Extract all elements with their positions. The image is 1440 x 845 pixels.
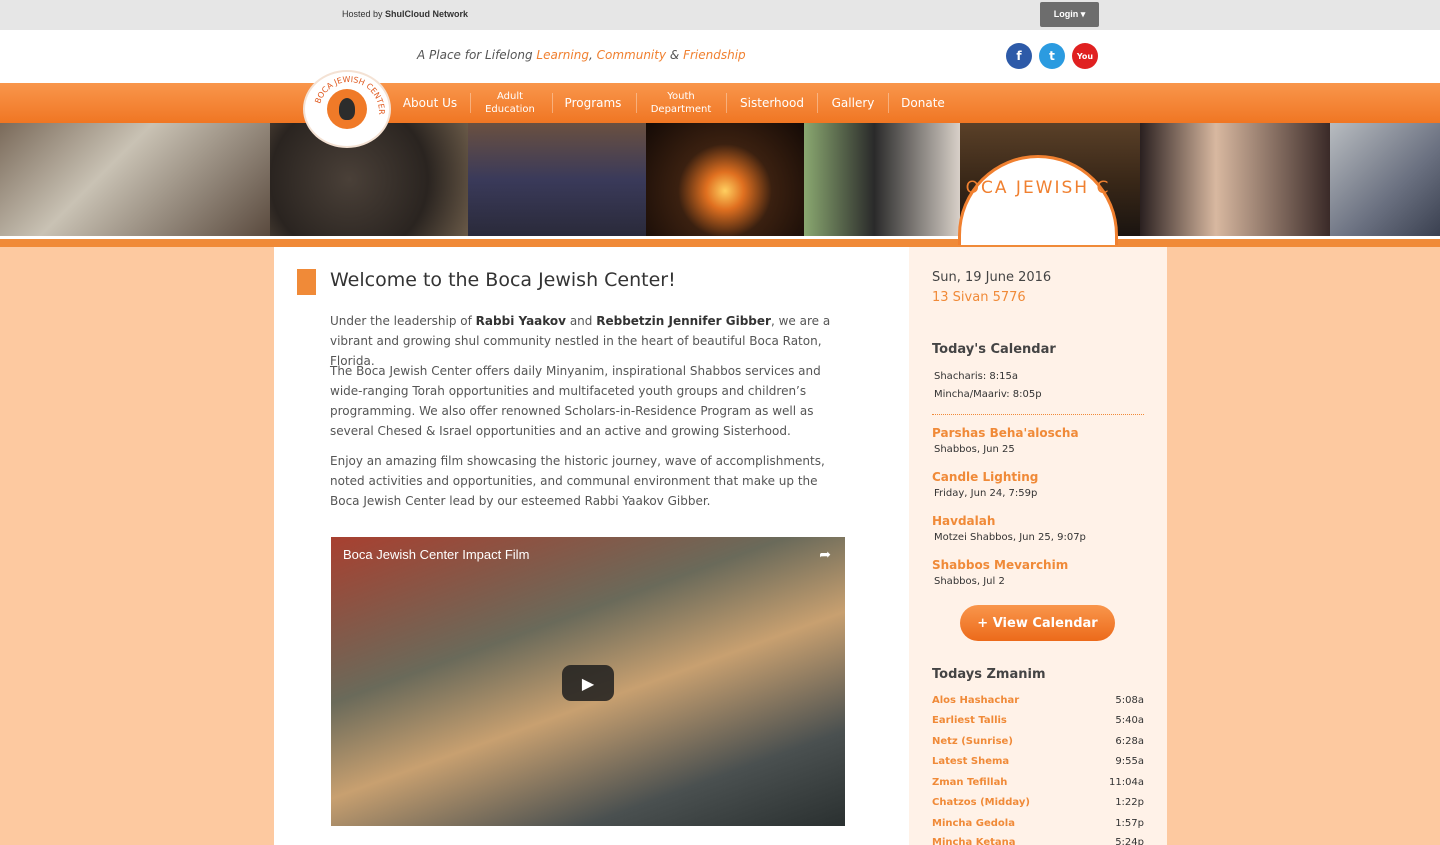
facebook-icon[interactable]: f <box>1006 43 1032 69</box>
nav-divider <box>888 93 889 113</box>
intro-text: and <box>569 314 593 328</box>
tagline-prefix: A Place for Lifelong <box>417 48 533 62</box>
nav-sisterhood[interactable]: Sisterhood <box>736 83 808 123</box>
zman-time: 6:28a <box>1115 736 1144 747</box>
banner-stripe <box>0 236 1440 247</box>
shacharis-time: Shacharis: 8:15a <box>934 371 1019 382</box>
logo-ring-text: BOCA JEWISH CENTER <box>313 75 386 115</box>
banner-photo-friends <box>1330 123 1440 236</box>
main-nav: About Us Adult Education Programs Youth … <box>0 83 1440 123</box>
banner-photo-classroom <box>0 123 270 236</box>
zman-time: 9:55a <box>1115 756 1144 767</box>
nav-adult-education[interactable]: Adult Education <box>478 83 542 123</box>
zman-name[interactable]: Latest Shema <box>932 756 1009 767</box>
sidebar: Sun, 19 June 2016 13 Sivan 5776 Today's … <box>909 247 1167 845</box>
tagline-learning: Learning <box>536 48 589 62</box>
film-paragraph: Enjoy an amazing film showcasing the his… <box>330 454 825 508</box>
banner-photo-group <box>1140 123 1330 236</box>
svg-text:BOCA JEWISH CENTER: BOCA JEWISH CENTER <box>313 75 386 115</box>
youtube-icon[interactable]: You <box>1072 43 1098 69</box>
hosted-prefix: Hosted by <box>342 9 383 19</box>
page-title: Welcome to the Boca Jewish Center! <box>330 269 676 291</box>
zman-name[interactable]: Mincha Ketana <box>932 837 1016 845</box>
zmanim-heading: Todays Zmanim <box>932 667 1046 682</box>
event-detail: Motzei Shabbos, Jun 25, 9:07p <box>934 532 1086 543</box>
nav-divider <box>636 93 637 113</box>
offerings-paragraph: The Boca Jewish Center offers daily Miny… <box>330 364 821 438</box>
zman-time: 5:40a <box>1115 715 1144 726</box>
nav-donate[interactable]: Donate <box>896 83 950 123</box>
login-button[interactable]: Login ▾ <box>1040 2 1099 27</box>
event-detail: Shabbos, Jun 25 <box>934 444 1015 455</box>
zman-name[interactable]: Netz (Sunrise) <box>932 736 1013 747</box>
banner-photo-children <box>468 123 646 236</box>
view-calendar-button[interactable]: + View Calendar <box>960 605 1115 641</box>
zmanim-row: Latest Shema 9:55a <box>932 756 1144 776</box>
zman-name[interactable]: Chatzos (Midday) <box>932 797 1030 808</box>
event-title[interactable]: Candle Lighting <box>932 470 1038 484</box>
zmanim-row: Mincha Ketana 5:24p <box>932 837 1144 845</box>
zmanim-row: Alos Hashachar 5:08a <box>932 695 1144 715</box>
top-bar: Hosted by ShulCloud Network Login ▾ <box>0 0 1440 30</box>
event-detail: Shabbos, Jul 2 <box>934 576 1005 587</box>
banner-photo-rabbis <box>804 123 960 236</box>
zmanim-row: Zman Tefillah 11:04a <box>932 777 1144 797</box>
zmanim-row: Netz (Sunrise) 6:28a <box>932 736 1144 756</box>
video-player[interactable]: Boca Jewish Center Impact Film ➦ ▶ <box>331 537 845 826</box>
hebrew-date: 13 Sivan 5776 <box>932 290 1026 305</box>
zmanim-row: Mincha Gedola 1:57p <box>932 818 1144 838</box>
zmanim-row: Chatzos (Midday) 1:22p <box>932 797 1144 817</box>
event-title[interactable]: Shabbos Mevarchim <box>932 558 1068 572</box>
hosted-network-link[interactable]: ShulCloud Network <box>385 9 468 19</box>
site-header: A Place for Lifelong Learning, Community… <box>0 30 1440 83</box>
zman-time: 5:24p <box>1115 837 1144 845</box>
hosted-by-text: Hosted by ShulCloud Network <box>342 9 468 19</box>
zman-time: 5:08a <box>1115 695 1144 706</box>
share-icon[interactable]: ➦ <box>819 547 831 563</box>
nav-youth-department[interactable]: Youth Department <box>644 83 718 123</box>
nav-divider <box>552 93 553 113</box>
tagline: A Place for Lifelong Learning, Community… <box>417 48 746 62</box>
banner-photo-bonfire <box>646 123 804 236</box>
mincha-time: Mincha/Maariv: 8:05p <box>934 389 1042 400</box>
intro-text: Under the leadership of <box>330 314 472 328</box>
nav-programs[interactable]: Programs <box>560 83 626 123</box>
tagline-comma: , <box>588 48 593 62</box>
event-detail: Friday, Jun 24, 7:59p <box>934 488 1038 499</box>
video-title[interactable]: Boca Jewish Center Impact Film <box>343 547 529 562</box>
calendar-divider <box>932 414 1144 415</box>
twitter-icon[interactable]: t <box>1039 43 1065 69</box>
zman-name[interactable]: Alos Hashachar <box>932 695 1019 706</box>
main-content: Welcome to the Boca Jewish Center! Under… <box>274 247 909 845</box>
title-marker <box>297 269 316 295</box>
nav-divider <box>817 93 818 113</box>
photo-banner <box>0 123 1440 236</box>
tagline-community: Community <box>596 48 667 62</box>
zman-time: 11:04a <box>1109 777 1144 788</box>
tagline-friendship: Friendship <box>683 48 746 62</box>
zmanim-row: Earliest Tallis 5:40a <box>932 715 1144 735</box>
nav-divider <box>726 93 727 113</box>
site-logo[interactable]: BOCA JEWISH CENTER <box>303 70 391 148</box>
event-title[interactable]: Parshas Beha'aloscha <box>932 426 1079 440</box>
zman-name[interactable]: Mincha Gedola <box>932 818 1015 829</box>
nav-about-us[interactable]: About Us <box>398 83 462 123</box>
rebbetzin-name: Rebbetzin Jennifer Gibber <box>596 314 771 328</box>
nav-divider <box>470 93 471 113</box>
play-icon[interactable]: ▶ <box>562 665 614 701</box>
tagline-amp: & <box>669 48 680 62</box>
gregorian-date: Sun, 19 June 2016 <box>932 270 1052 285</box>
nav-gallery[interactable]: Gallery <box>826 83 880 123</box>
zman-name[interactable]: Zman Tefillah <box>932 777 1007 788</box>
calendar-heading: Today's Calendar <box>932 342 1056 357</box>
rabbi-name: Rabbi Yaakov <box>475 314 566 328</box>
zman-name[interactable]: Earliest Tallis <box>932 715 1007 726</box>
zman-time: 1:57p <box>1115 818 1144 829</box>
zman-time: 1:22p <box>1115 797 1144 808</box>
event-title[interactable]: Havdalah <box>932 514 995 528</box>
